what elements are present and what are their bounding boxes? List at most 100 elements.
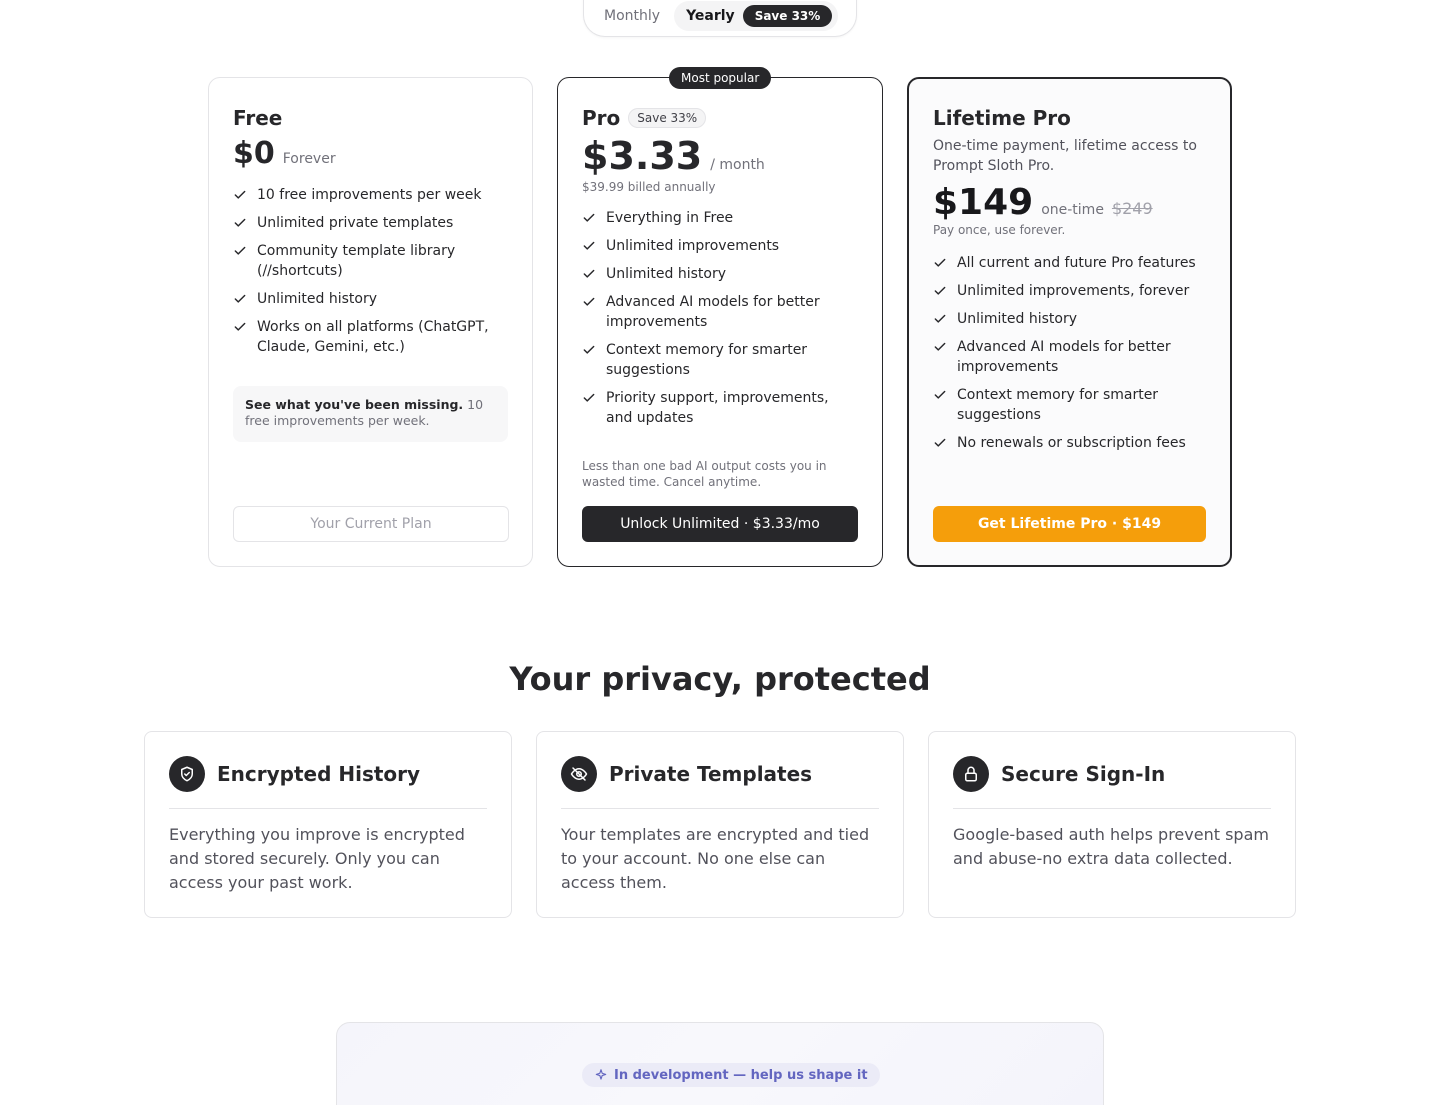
feature-text: Unlimited improvements — [606, 238, 780, 254]
check-icon — [582, 208, 596, 228]
plan-card-lifetime: Lifetime Pro One-time payment, lifetime … — [907, 77, 1232, 567]
pro-footnote: Less than one bad AI output costs you in… — [582, 459, 827, 489]
privacy-card-body: Everything you improve is encrypted and … — [169, 825, 465, 892]
yearly-label: Yearly — [686, 8, 735, 24]
feature-item: Unlimited history — [582, 264, 858, 284]
plan-price: $149 — [933, 182, 1034, 223]
check-icon — [582, 292, 596, 312]
plan-name: Free — [233, 106, 283, 130]
plan-card-pro: Most popular Pro Save 33% $3.33 / month … — [557, 67, 883, 567]
check-icon — [233, 317, 247, 337]
feature-text: 10 free improvements per week — [257, 187, 482, 203]
feature-text: No renewals or subscription fees — [957, 435, 1186, 451]
privacy-card-private-templates: Private Templates Your templates are enc… — [536, 731, 904, 918]
in-development-label: In development — help us shape it — [614, 1067, 868, 1083]
price-unit: / month — [710, 157, 765, 173]
price-note: Forever — [282, 151, 336, 167]
plan-description: One-time payment, lifetime access to Pro… — [933, 138, 1197, 174]
feature-text: Unlimited private templates — [257, 215, 454, 231]
check-icon — [582, 264, 596, 284]
in-development-section: In development — help us shape it — [336, 1022, 1104, 1105]
feature-text: Unlimited history — [257, 291, 378, 307]
feature-item: Works on all platforms (ChatGPT, Claude,… — [233, 317, 508, 357]
check-icon — [933, 281, 947, 301]
shield-check-icon — [169, 756, 205, 792]
feature-list: 10 free improvements per week Unlimited p… — [233, 185, 508, 357]
feature-text: Everything in Free — [606, 210, 734, 226]
check-icon — [933, 309, 947, 329]
get-lifetime-button[interactable]: Get Lifetime Pro · $149 — [933, 506, 1206, 542]
check-icon — [933, 385, 947, 405]
feature-item: Priority support, improvements, and upda… — [582, 388, 858, 428]
missing-bold: See what you've been missing. — [245, 397, 464, 412]
feature-item: Context memory for smarter suggestions — [933, 385, 1206, 425]
feature-text: Advanced AI models for better improvemen… — [606, 294, 820, 330]
feature-text: Priority support, improvements, and upda… — [606, 390, 829, 426]
feature-text: Works on all platforms (ChatGPT, Claude,… — [257, 319, 489, 355]
plan-name: Pro — [582, 106, 621, 130]
privacy-card-body: Your templates are encrypted and tied to… — [561, 825, 870, 892]
check-icon — [582, 388, 596, 408]
feature-item: Advanced AI models for better improvemen… — [933, 337, 1206, 377]
feature-text: All current and future Pro features — [957, 255, 1196, 271]
feature-item: Unlimited private templates — [233, 213, 508, 233]
check-icon — [933, 253, 947, 273]
feature-list: All current and future Pro features Unlim… — [933, 253, 1206, 453]
feature-item: Everything in Free — [582, 208, 858, 228]
feature-item: Context memory for smarter suggestions — [582, 340, 858, 380]
old-price: $249 — [1111, 199, 1153, 218]
save-chip: Save 33% — [628, 108, 707, 128]
feature-item: Unlimited improvements — [582, 236, 858, 256]
check-icon — [233, 241, 247, 261]
feature-text: Context memory for smarter suggestions — [606, 342, 808, 378]
feature-item: No renewals or subscription fees — [933, 433, 1206, 453]
plan-price: $0 — [233, 136, 275, 171]
yearly-option[interactable]: Yearly Save 33% — [674, 1, 839, 31]
feature-text: Unlimited history — [957, 311, 1078, 327]
feature-text: Unlimited improvements, forever — [957, 283, 1190, 299]
plan-price: $3.33 — [582, 134, 703, 178]
feature-item: Unlimited history — [933, 309, 1206, 329]
privacy-card-encrypted-history: Encrypted History Everything you improve… — [144, 731, 512, 918]
plan-card-free: Free $0 Forever 10 free improvements per… — [208, 77, 533, 567]
feature-item: Community template library (//shortcuts) — [233, 241, 508, 281]
feature-item: Unlimited history — [233, 289, 508, 309]
current-plan-button[interactable]: Your Current Plan — [233, 506, 509, 542]
sparkle-icon — [595, 1069, 607, 1080]
feature-list: Everything in Free Unlimited improvements… — [582, 208, 858, 428]
check-icon — [933, 433, 947, 453]
privacy-card-body: Google-based auth helps prevent spam and… — [953, 825, 1269, 868]
check-icon — [233, 289, 247, 309]
billing-toggle: Monthly Yearly Save 33% — [583, 0, 857, 37]
check-icon — [582, 236, 596, 256]
privacy-heading: Your privacy, protected — [509, 660, 931, 698]
feature-item: 10 free improvements per week — [233, 185, 508, 205]
unlock-unlimited-button[interactable]: Unlock Unlimited · $3.33/mo — [582, 506, 858, 542]
price-note: one-time — [1041, 202, 1104, 218]
privacy-card-title: Encrypted History — [217, 762, 421, 786]
feature-item: Unlimited improvements, forever — [933, 281, 1206, 301]
monthly-option[interactable]: Monthly — [590, 8, 674, 24]
feature-item: Advanced AI models for better improvemen… — [582, 292, 858, 332]
lock-icon — [953, 756, 989, 792]
check-icon — [933, 337, 947, 357]
check-icon — [233, 213, 247, 233]
feature-item: All current and future Pro features — [933, 253, 1206, 273]
missing-callout: See what you've been missing. 10 free im… — [233, 386, 508, 442]
pay-note: Pay once, use forever. — [933, 223, 1066, 237]
billed-note: $39.99 billed annually — [582, 180, 716, 194]
feature-text: Community template library (//shortcuts) — [257, 243, 456, 279]
feature-text: Advanced AI models for better improvemen… — [957, 339, 1171, 375]
privacy-card-title: Private Templates — [609, 762, 813, 786]
in-development-pill: In development — help us shape it — [582, 1063, 880, 1087]
privacy-card-secure-sign-in: Secure Sign-In Google-based auth helps p… — [928, 731, 1296, 918]
feature-text: Context memory for smarter suggestions — [957, 387, 1159, 423]
plan-name: Lifetime Pro — [933, 106, 1071, 130]
eye-off-icon — [561, 756, 597, 792]
feature-text: Unlimited history — [606, 266, 727, 282]
check-icon — [233, 185, 247, 205]
most-popular-badge: Most popular — [669, 67, 772, 89]
save-badge: Save 33% — [742, 5, 833, 27]
privacy-card-title: Secure Sign-In — [1001, 762, 1166, 786]
check-icon — [582, 340, 596, 360]
